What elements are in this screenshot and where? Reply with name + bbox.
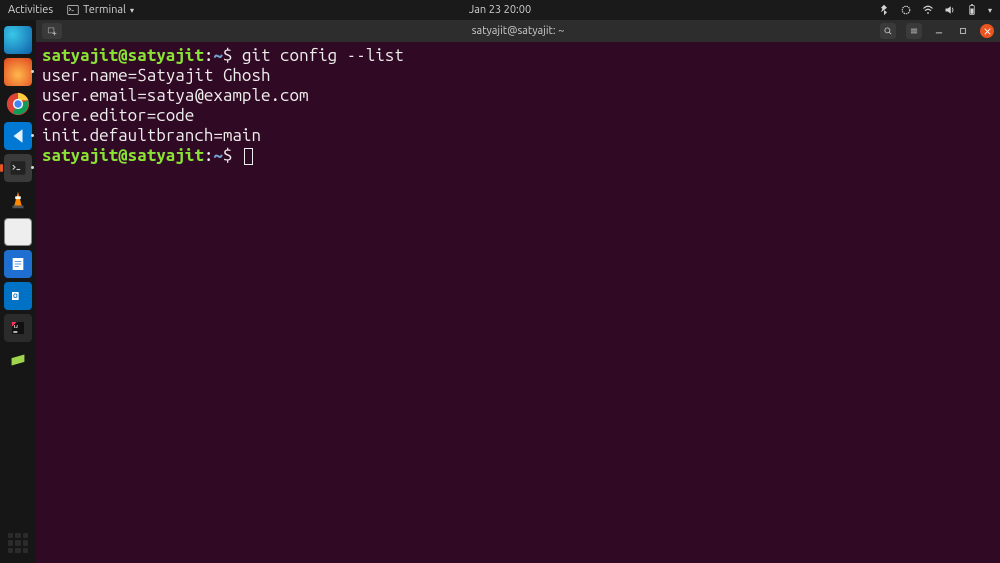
terminal-output-line: init.defaultbranch=main [42, 126, 994, 146]
dock-vlc-icon[interactable] [4, 186, 32, 214]
activities-button[interactable]: Activities [8, 4, 53, 16]
dock-sublime-icon[interactable] [4, 346, 32, 374]
terminal-body[interactable]: satyajit@satyajit:~$ git config --list u… [36, 42, 1000, 563]
terminal-output-line: core.editor=code [42, 106, 994, 126]
dock-intellij-icon[interactable]: IJ [4, 314, 32, 342]
dock-vscode-icon[interactable] [4, 122, 32, 150]
terminal-menu-icon [67, 4, 79, 16]
bluetooth-icon [878, 4, 890, 16]
wifi-icon [922, 4, 934, 16]
power-caret-icon: ▾ [988, 6, 992, 15]
dock-writer-icon[interactable] [4, 250, 32, 278]
dock: O IJ [0, 20, 36, 563]
show-apps-button[interactable] [8, 533, 28, 553]
dock-outlook-icon[interactable]: O [4, 282, 32, 310]
search-button[interactable] [880, 23, 896, 39]
terminal-output-line: user.name=Satyajit Ghosh [42, 66, 994, 86]
dock-edge-icon[interactable] [4, 26, 32, 54]
top-panel: Activities Terminal ▾ Jan 23 20:00 ▾ [0, 0, 1000, 20]
new-tab-button[interactable] [42, 23, 62, 39]
terminal-line-prompt1: satyajit@satyajit:~$ git config --list [42, 46, 994, 66]
terminal-window: satyajit@satyajit: ~ satyajit@satyajit:~… [36, 20, 1000, 563]
clock[interactable]: Jan 23 20:00 [469, 4, 531, 16]
dock-terminal-icon[interactable] [4, 154, 32, 182]
command-text: git config --list [242, 46, 404, 65]
indicator-icon [900, 4, 912, 16]
terminal-line-prompt2: satyajit@satyajit:~$ [42, 146, 994, 166]
system-tray[interactable]: ▾ [878, 4, 992, 16]
svg-text:O: O [13, 293, 18, 300]
app-menu-label: Terminal [83, 4, 126, 16]
window-titlebar: satyajit@satyajit: ~ [36, 20, 1000, 42]
maximize-button[interactable] [956, 24, 970, 38]
cursor-icon [244, 148, 253, 165]
volume-icon [944, 4, 956, 16]
minimize-button[interactable] [932, 24, 946, 38]
svg-text:IJ: IJ [14, 324, 18, 329]
menu-button[interactable] [906, 23, 922, 39]
terminal-output-line: user.email=satya@example.com [42, 86, 994, 106]
dock-files-icon[interactable] [4, 218, 32, 246]
window-title: satyajit@satyajit: ~ [472, 25, 565, 37]
dock-firefox-icon[interactable] [4, 58, 32, 86]
dropdown-caret-icon: ▾ [130, 6, 134, 15]
close-button[interactable] [980, 24, 994, 38]
battery-icon [966, 4, 978, 16]
app-menu[interactable]: Terminal ▾ [67, 4, 134, 16]
dock-chrome-icon[interactable] [4, 90, 32, 118]
